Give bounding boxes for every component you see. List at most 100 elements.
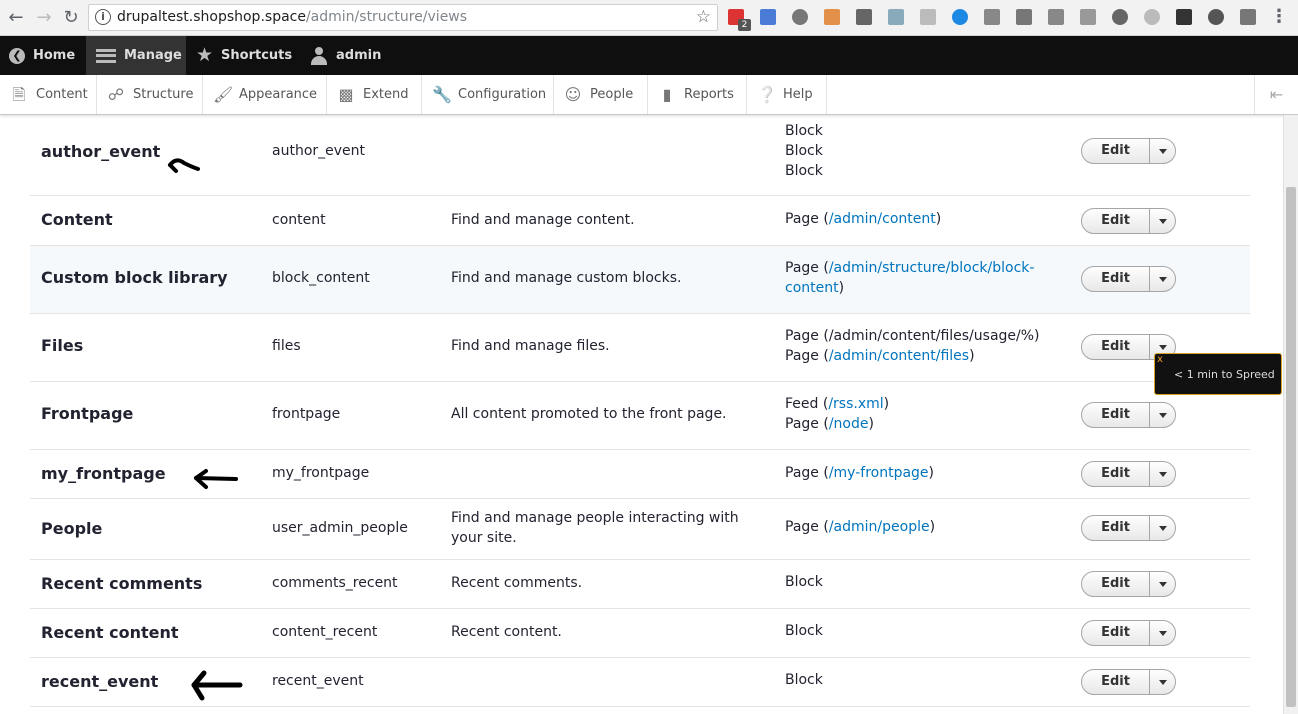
displays-cell: Feed (/rss.xml) Page (/node) [785, 394, 1045, 434]
edit-button[interactable]: Edit [1082, 403, 1150, 427]
edit-button[interactable]: Edit [1082, 462, 1150, 486]
view-name: Recent content [41, 623, 179, 642]
view-name: People [41, 519, 103, 538]
extension-icon[interactable] [1112, 9, 1128, 25]
extension-icon[interactable] [952, 9, 968, 25]
extension-icon[interactable] [1240, 9, 1256, 25]
dropbutton-toggle[interactable] [1151, 403, 1176, 427]
dropbutton-toggle[interactable] [1151, 139, 1176, 163]
toolbar-manage[interactable]: Manage [86, 36, 186, 75]
extension-icon[interactable] [1144, 9, 1160, 25]
spreed-tooltip: x < 1 min to Spreed [1154, 353, 1282, 395]
displays-cell: Page (/admin/content) [785, 209, 1045, 229]
extension-icon[interactable] [824, 9, 840, 25]
display-path-link[interactable]: /admin/content [829, 211, 936, 227]
tray-item-reports[interactable]: ▮ Reports [648, 75, 747, 114]
edit-button[interactable]: Edit [1082, 670, 1150, 694]
display-path-link[interactable]: /admin/content/files [829, 348, 969, 364]
forward-arrow-icon[interactable]: → [32, 6, 56, 30]
display-path-link[interactable]: /admin/people [829, 519, 930, 535]
user-icon [310, 46, 328, 65]
tray-item-people[interactable]: ☺ People [554, 75, 648, 114]
paintbrush-icon: 🖌 [213, 84, 234, 104]
cast-icon[interactable] [1016, 9, 1032, 25]
dropbutton-toggle[interactable] [1151, 209, 1176, 233]
toolbar-user-label: admin [336, 48, 382, 63]
bookmark-star-icon[interactable]: ☆ [696, 7, 711, 27]
view-name: Custom block library [41, 268, 228, 287]
toolbar-shortcuts[interactable]: ★ Shortcuts [186, 36, 296, 75]
machine-name: my_frontpage [272, 465, 370, 481]
edit-button[interactable]: Edit [1082, 516, 1150, 540]
browser-menu-icon[interactable]: ⋮ [1270, 6, 1288, 27]
table-row: Recent content content_recent Recent con… [30, 609, 1250, 658]
extension-icon[interactable] [984, 9, 1000, 25]
tray-item-extend[interactable]: ▩ Extend [327, 75, 422, 114]
dropbutton-toggle[interactable] [1151, 572, 1176, 596]
edit-button[interactable]: Edit [1082, 139, 1150, 163]
toolbar-user[interactable]: admin [300, 36, 390, 75]
display-path-link[interactable]: /admin/structure/block/block-content [785, 260, 1034, 296]
view-name: author_event [41, 142, 161, 161]
extension-icon[interactable] [920, 9, 936, 25]
tray-item-structure[interactable]: ☍ Structure [97, 75, 203, 114]
extension-icon[interactable] [856, 9, 872, 25]
edit-button[interactable]: Edit [1082, 621, 1150, 645]
tray-item-configuration[interactable]: 🔧 Configuration [422, 75, 554, 114]
edit-button[interactable]: Edit [1082, 267, 1150, 291]
extension-icon[interactable] [1048, 9, 1064, 25]
dropbutton-toggle[interactable] [1151, 462, 1176, 486]
tray-item-label: People [590, 87, 634, 102]
description: All content promoted to the front page. [451, 406, 727, 422]
dropbutton-toggle[interactable] [1151, 621, 1176, 645]
dropbutton-toggle[interactable] [1151, 267, 1176, 291]
back-arrow-icon[interactable]: ← [4, 6, 28, 30]
machine-name: author_event [272, 143, 366, 159]
dropbutton-toggle[interactable] [1151, 516, 1176, 540]
edit-dropbutton: Edit [1081, 669, 1176, 695]
tray-item-help[interactable]: ❔ Help [747, 75, 827, 114]
displays-cell: Page (/admin/content/files/usage/%) Page… [785, 326, 1045, 366]
extension-badge: 2 [738, 19, 751, 31]
home-icon: ❮ [9, 47, 25, 64]
edit-dropbutton: Edit [1081, 208, 1176, 234]
collapse-tray-icon[interactable]: ⇤ [1254, 75, 1298, 114]
description: Find and manage people interacting with … [451, 510, 739, 546]
display-entry: Feed (/rss.xml) [785, 396, 890, 412]
display-path-link[interactable]: /my-frontpage [829, 465, 929, 481]
displays-cell: Page (/my-frontpage) [785, 463, 1045, 483]
tray-item-label: Extend [363, 87, 409, 102]
display-entry: Block [785, 123, 823, 139]
display-path-link[interactable]: /rss.xml [828, 396, 883, 412]
dropbutton-toggle[interactable] [1151, 670, 1176, 694]
edit-button[interactable]: Edit [1082, 335, 1150, 359]
reload-icon[interactable]: ↻ [59, 6, 83, 30]
description: Recent comments. [451, 575, 583, 591]
edit-button[interactable]: Edit [1082, 572, 1150, 596]
display-path-link[interactable]: /node [829, 416, 869, 432]
info-icon[interactable]: i [95, 9, 111, 25]
display-entry: Block [785, 143, 823, 159]
scrollbar-thumb[interactable] [1286, 187, 1296, 707]
tray-item-appearance[interactable]: 🖌 Appearance [203, 75, 327, 114]
address-bar[interactable]: i drupaltest.shopshop.space/admin/struct… [88, 4, 718, 31]
edit-button[interactable]: Edit [1082, 209, 1150, 233]
view-name: Content [41, 210, 113, 229]
toolbar-shortcuts-label: Shortcuts [221, 48, 293, 63]
admin-toolbar: ❮ Home Manage ★ Shortcuts admin [0, 36, 1298, 75]
extension-icon[interactable] [792, 9, 808, 25]
tray-item-label: Reports [684, 87, 734, 102]
extension-icon[interactable] [1176, 9, 1192, 25]
extension-icon[interactable] [760, 9, 776, 25]
display-entry: Page (/my-frontpage) [785, 465, 935, 481]
display-entry: Page (/admin/structure/block/block-conte… [785, 260, 1035, 296]
description: Find and manage content. [451, 212, 635, 228]
extension-icon[interactable] [888, 9, 904, 25]
toolbar-home[interactable]: ❮ Home [0, 36, 86, 75]
close-icon[interactable]: x [1157, 354, 1163, 365]
puzzle-icon: ▩ [338, 84, 354, 104]
extension-icon[interactable] [1080, 9, 1096, 25]
edit-dropbutton: Edit [1081, 461, 1176, 487]
tray-item-content[interactable]: 🗎 Content [0, 75, 97, 114]
extension-icon[interactable] [1208, 9, 1224, 25]
